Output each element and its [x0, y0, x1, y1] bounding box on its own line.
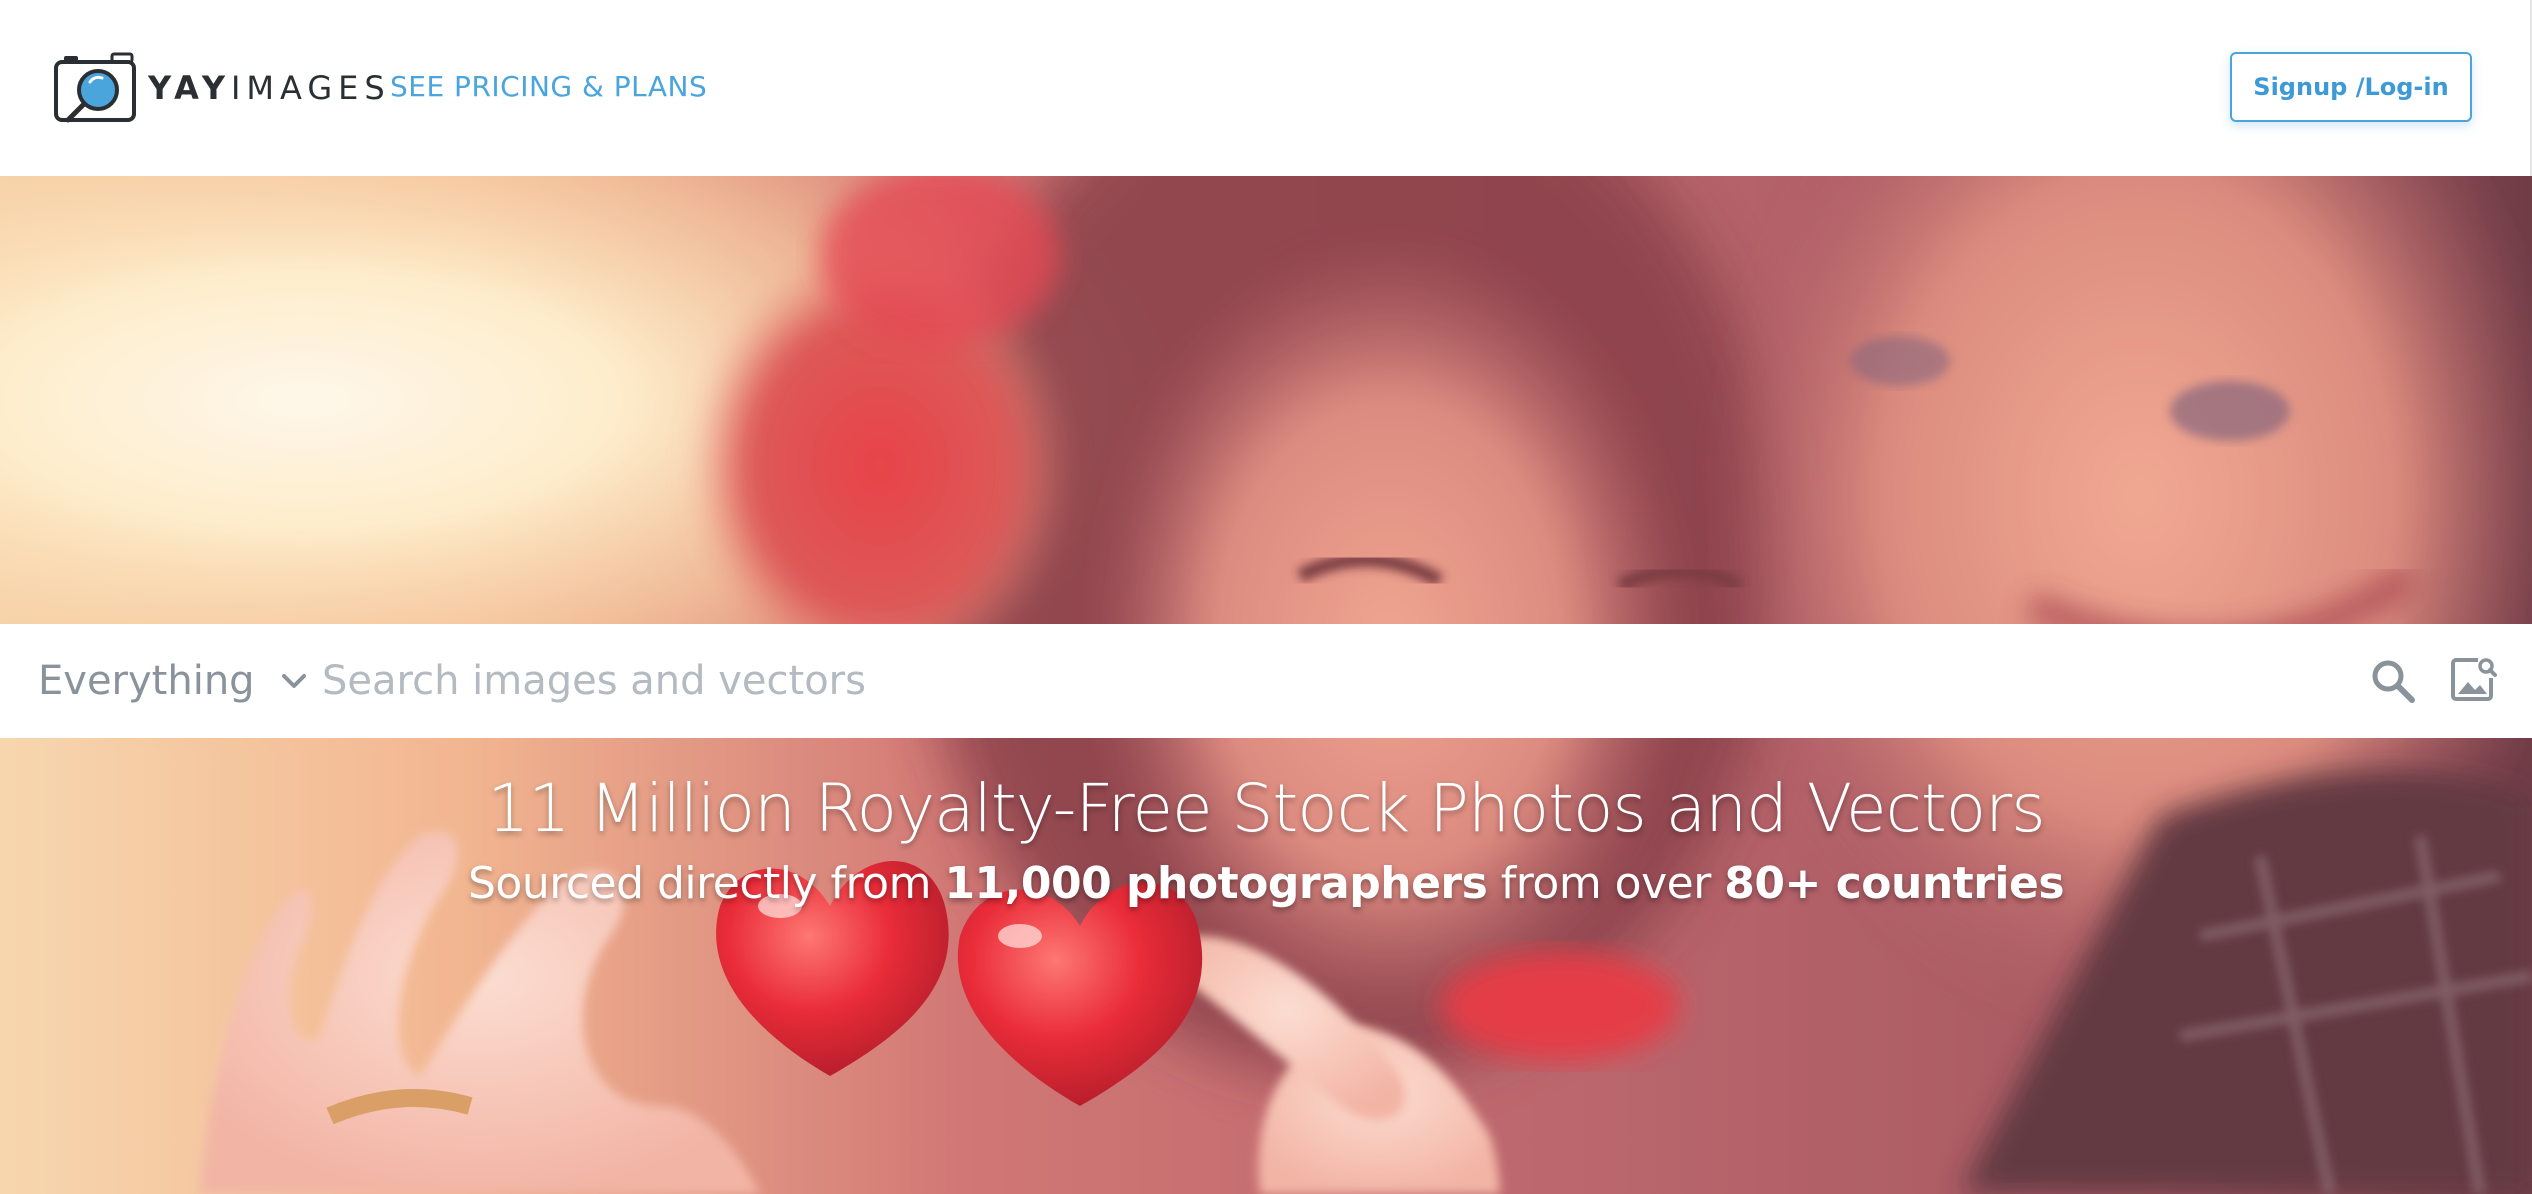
signup-login-button[interactable]: Signup /Log-in: [2230, 52, 2472, 122]
search-input[interactable]: [322, 646, 2312, 716]
camera-magnifier-icon: [54, 52, 136, 123]
subline-countries: 80+ countries: [1724, 858, 2065, 909]
search-filter-select[interactable]: Everything: [38, 650, 307, 712]
image-search-icon[interactable]: [2448, 654, 2498, 704]
page: YAYIMAGES SEE PRICING & PLANS Signup /Lo…: [0, 0, 2532, 1194]
hero-headline: 11 Million Royalty-Free Stock Photos and…: [487, 770, 2045, 847]
filter-selected-label: Everything: [38, 658, 255, 704]
search-icon[interactable]: [2368, 656, 2418, 706]
chevron-down-icon: [281, 674, 306, 688]
logo-text: YAYIMAGES: [148, 69, 391, 107]
subline-text-1: Sourced directly from: [467, 858, 945, 909]
site-logo[interactable]: YAYIMAGES: [54, 52, 391, 124]
hero-subline: Sourced directly from 11,000 photographe…: [0, 858, 2532, 909]
search-bar: Everything: [0, 624, 2532, 738]
site-header: YAYIMAGES SEE PRICING & PLANS Signup /Lo…: [0, 0, 2532, 176]
pricing-plans-link[interactable]: SEE PRICING & PLANS: [390, 70, 707, 103]
subline-text-2: from over: [1487, 858, 1725, 909]
subline-photographers: 11,000 photographers: [944, 858, 1488, 909]
